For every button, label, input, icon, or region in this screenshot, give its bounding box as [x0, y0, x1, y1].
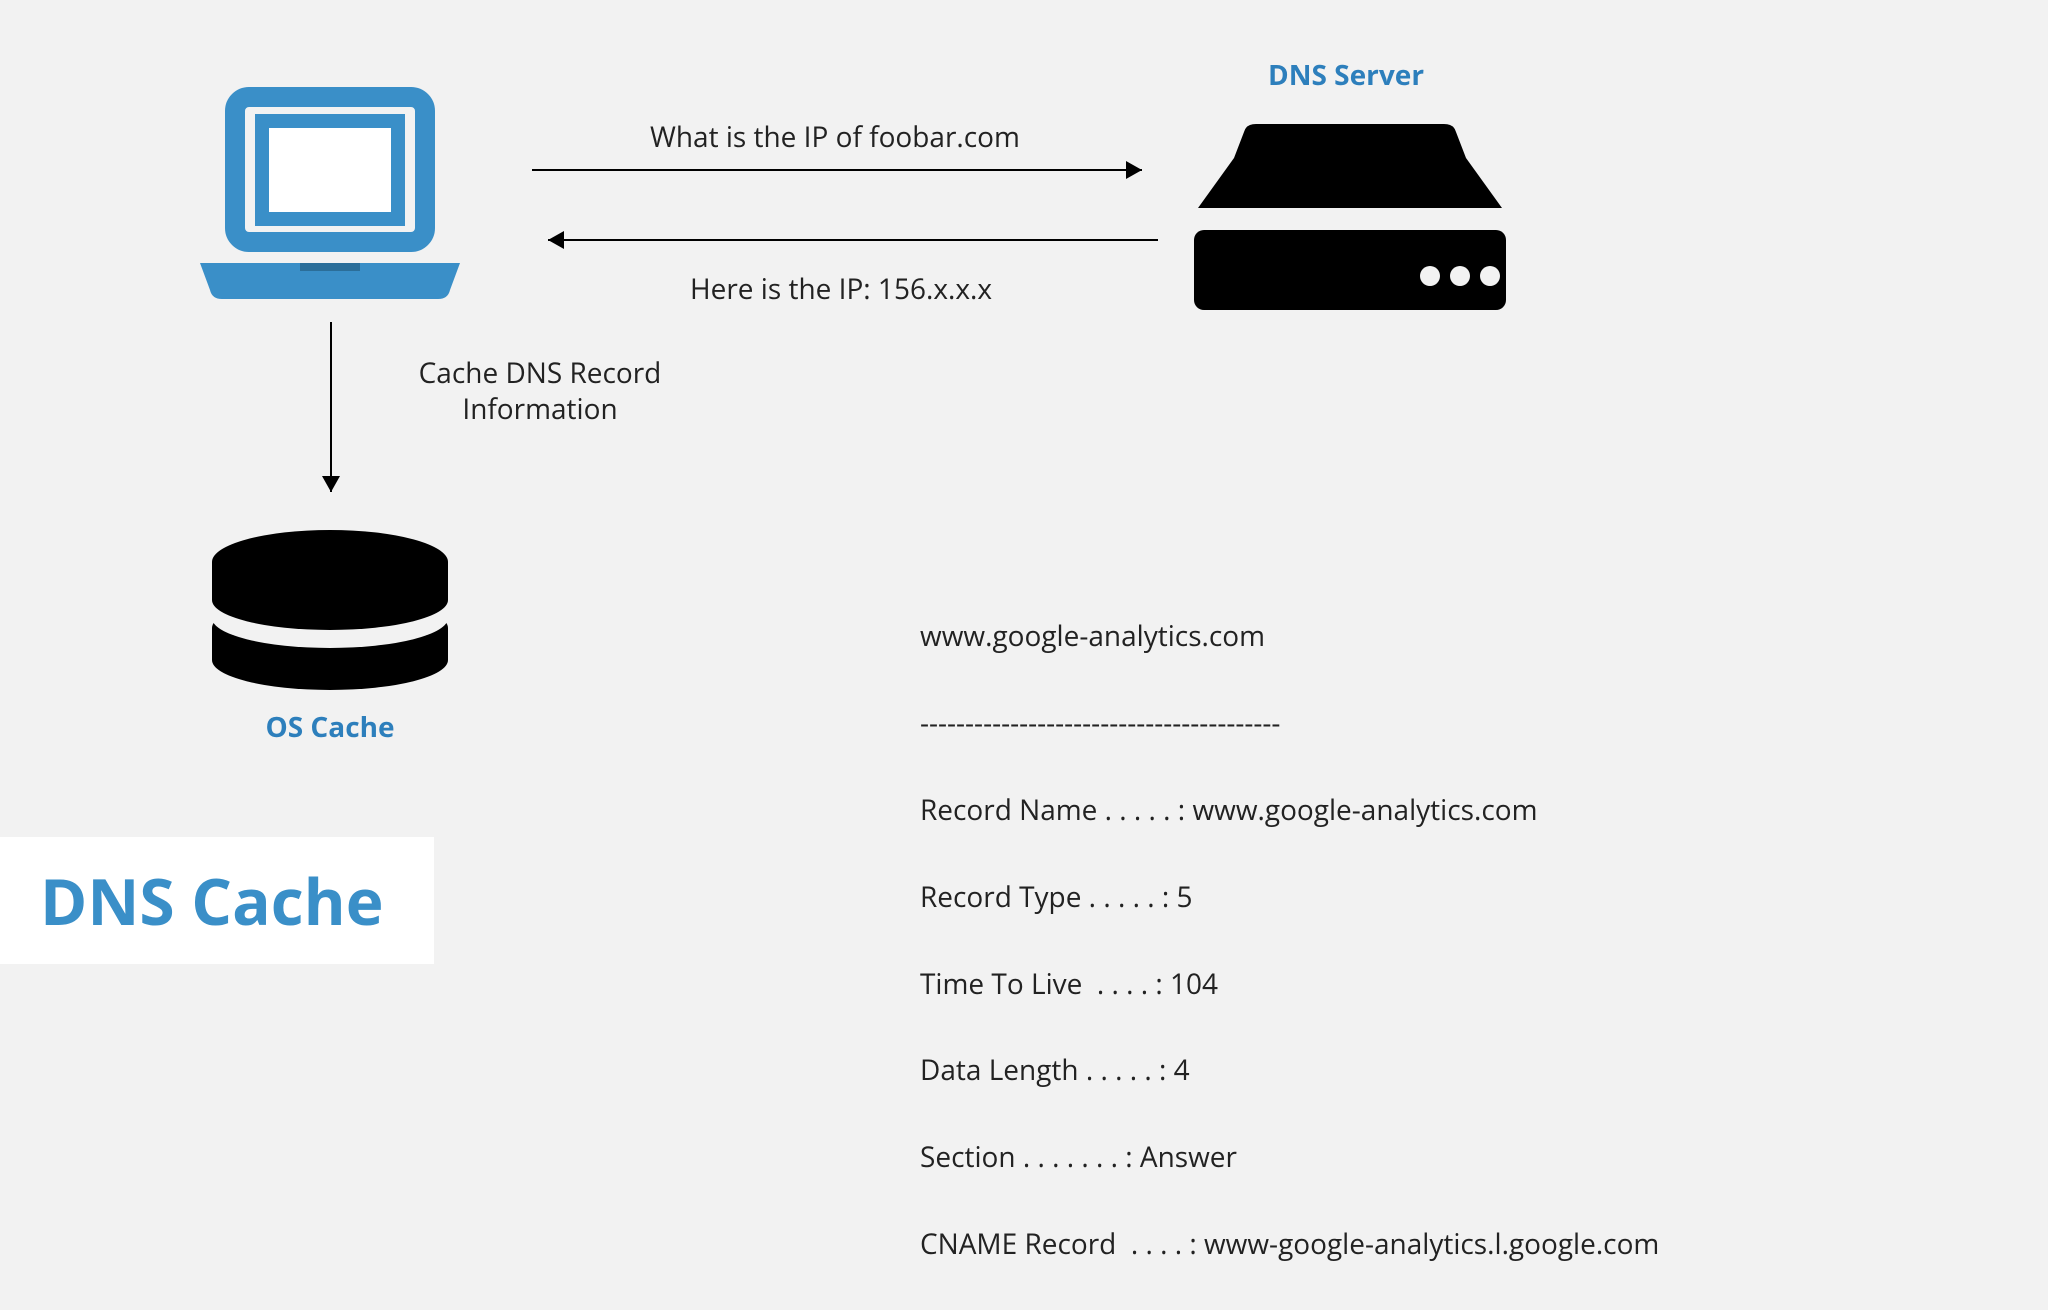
cache-action-line2: Information — [370, 391, 710, 427]
response-label: Here is the IP: 156.x.x.x — [690, 270, 992, 308]
query-label: What is the IP of foobar.com — [650, 118, 1020, 156]
record-divider: ---------------------------------------- — [920, 702, 1659, 745]
dns-server-label: DNS Server — [1268, 56, 1424, 94]
record-host: www.google-analytics.com — [920, 615, 1659, 658]
record-data-length: Data Length . . . . . : 4 — [920, 1049, 1659, 1092]
title-box: DNS Cache — [0, 837, 434, 964]
laptop-icon — [190, 85, 470, 310]
os-cache-label: OS Cache — [200, 708, 460, 746]
record-name: Record Name . . . . . : www.google-analy… — [920, 789, 1659, 832]
arrow-request — [530, 155, 1160, 185]
cache-action-line1: Cache DNS Record — [370, 355, 710, 391]
dns-record-block: www.google-analytics.com ---------------… — [920, 572, 1659, 1310]
page-title: DNS Cache — [40, 857, 384, 944]
record-type: Record Type . . . . . : 5 — [920, 876, 1659, 919]
arrow-response — [530, 225, 1160, 255]
server-icon — [1180, 100, 1520, 320]
record-cname: CNAME Record . . . . : www-google-analyt… — [920, 1223, 1659, 1266]
arrow-cache — [316, 320, 346, 510]
record-section: Section . . . . . . . : Answer — [920, 1136, 1659, 1179]
cache-action-label: Cache DNS Record Information — [370, 355, 730, 428]
disk-icon — [200, 520, 460, 700]
record-ttl: Time To Live . . . . : 104 — [920, 963, 1659, 1006]
